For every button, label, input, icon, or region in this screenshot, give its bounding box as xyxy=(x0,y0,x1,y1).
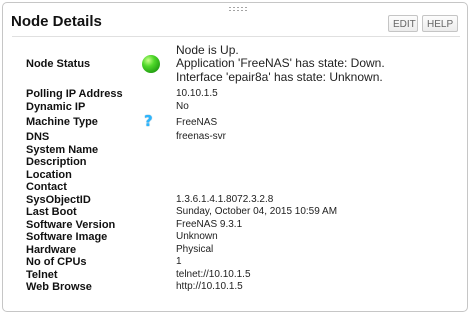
row-last-boot: Last Boot Sunday, October 04, 2015 10:59… xyxy=(26,206,466,219)
contact-label: Contact xyxy=(26,181,67,194)
cpus-value: 1 xyxy=(176,256,182,268)
web-browse-link[interactable]: http://10.10.1.5 xyxy=(176,281,466,294)
row-contact: Contact xyxy=(26,181,466,194)
status-line: Application 'FreeNAS' has state: Down. xyxy=(176,56,385,71)
dynamic-ip-value: No xyxy=(176,100,189,112)
row-software-image: Software Image Unknown xyxy=(26,231,466,244)
row-location: Location xyxy=(26,169,466,182)
row-sysobjectid: SysObjectID 1.3.6.1.4.1.8072.3.2.8 xyxy=(26,194,466,207)
row-description: Description xyxy=(26,156,466,169)
row-polling-ip: Polling IP Address 10.10.1.5 xyxy=(26,88,466,101)
contact-value xyxy=(176,181,466,194)
location-label: Location xyxy=(26,168,72,181)
status-line: Node is Up. xyxy=(176,42,239,57)
help-button[interactable]: HELP xyxy=(422,15,458,32)
dynamic-ip-label: Dynamic IP xyxy=(26,100,86,113)
software-image-value: Unknown xyxy=(176,231,218,243)
telnet-link[interactable]: telnet://10.10.1.5 xyxy=(176,269,466,282)
sysobjectid-label: SysObjectID xyxy=(26,193,91,206)
sysobjectid-value: 1.3.6.1.4.1.8072.3.2.8 xyxy=(176,193,274,205)
panel-title: Node Details xyxy=(11,13,102,30)
hardware-value: Physical xyxy=(176,243,214,255)
header-divider xyxy=(12,36,460,37)
question-icon: ? xyxy=(144,112,153,130)
system-name-label: System Name xyxy=(26,143,99,156)
row-dynamic-ip: Dynamic IP No xyxy=(26,101,466,114)
green-status-icon xyxy=(142,55,160,73)
node-status-label: Node Status xyxy=(26,58,91,70)
row-web-browse: Web Browse http://10.10.1.5 xyxy=(26,281,466,294)
row-machine-type: Machine Type ? FreeNAS xyxy=(26,113,466,131)
drag-handle-icon[interactable] xyxy=(228,6,248,13)
row-dns: DNS freenas-svr xyxy=(26,131,466,144)
node-details-table: Node Status Node is Up. Application 'Fre… xyxy=(26,40,466,294)
row-telnet: Telnet telnet://10.10.1.5 xyxy=(26,269,466,282)
software-image-label: Software Image xyxy=(26,231,108,244)
hardware-label: Hardware xyxy=(26,243,77,256)
row-cpus: No of CPUs 1 xyxy=(26,256,466,269)
row-node-status: Node Status Node is Up. Application 'Fre… xyxy=(26,40,466,88)
polling-ip-value: 10.10.1.5 xyxy=(176,88,218,100)
web-browse-label: Web Browse xyxy=(26,281,92,294)
status-line: Interface 'epair8a' has state: Unknown. xyxy=(176,69,383,84)
last-boot-label: Last Boot xyxy=(26,206,77,219)
last-boot-value: Sunday, October 04, 2015 10:59 AM xyxy=(176,206,338,218)
software-version-label: Software Version xyxy=(26,218,116,231)
dns-label: DNS xyxy=(26,131,50,144)
node-status-value: Node is Up. Application 'FreeNAS' has st… xyxy=(176,40,466,88)
description-label: Description xyxy=(26,156,87,169)
row-hardware: Hardware Physical xyxy=(26,244,466,257)
software-version-value: FreeNAS 9.3.1 xyxy=(176,218,243,230)
dns-value: freenas-svr xyxy=(176,131,227,143)
machine-type-label: Machine Type xyxy=(26,116,98,128)
row-software-version: Software Version FreeNAS 9.3.1 xyxy=(26,219,466,232)
description-value xyxy=(176,156,466,169)
cpus-label: No of CPUs xyxy=(26,256,87,269)
location-value xyxy=(176,169,466,182)
telnet-label: Telnet xyxy=(26,268,58,281)
system-name-value xyxy=(176,144,466,157)
row-system-name: System Name xyxy=(26,144,466,157)
machine-type-value: FreeNAS xyxy=(176,116,218,128)
edit-button[interactable]: EDIT xyxy=(388,15,418,32)
polling-ip-label: Polling IP Address xyxy=(26,88,123,101)
